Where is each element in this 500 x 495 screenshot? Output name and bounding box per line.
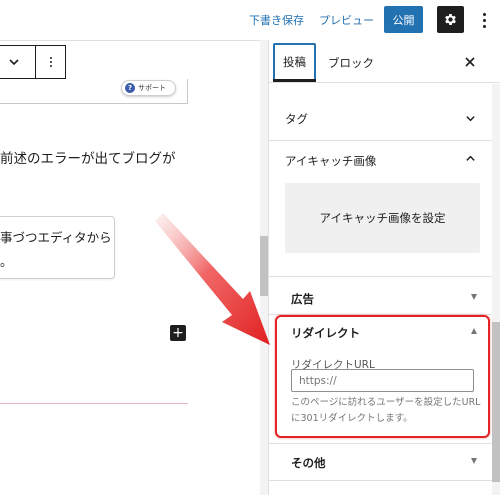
ads-panel-title: 広告 bbox=[291, 292, 314, 306]
block-options-button[interactable] bbox=[44, 53, 58, 71]
publish-button[interactable]: 公開 bbox=[384, 6, 423, 33]
redirect-panel-title: リダイレクト bbox=[291, 326, 360, 340]
chevron-down-icon[interactable] bbox=[7, 55, 21, 69]
triangle-up-icon[interactable] bbox=[471, 328, 477, 334]
editor-scrollbar-thumb[interactable] bbox=[260, 236, 268, 296]
gear-icon bbox=[445, 14, 456, 25]
callout-block[interactable] bbox=[0, 216, 115, 279]
toolbar-divider bbox=[35, 45, 36, 79]
tags-panel-title: タグ bbox=[285, 112, 308, 126]
support-badge-label: サポート bbox=[138, 84, 166, 92]
tab-block[interactable]: ブロック bbox=[328, 55, 374, 71]
paragraph-block[interactable]: 前述のエラーが出てブログが bbox=[0, 147, 262, 167]
more-vertical-icon bbox=[482, 12, 486, 16]
sidebar-footer-space bbox=[269, 481, 500, 495]
chevron-down-icon[interactable] bbox=[465, 113, 476, 124]
featured-image-panel-title: アイキャッチ画像 bbox=[285, 154, 377, 168]
settings-button[interactable] bbox=[437, 6, 464, 33]
save-draft-button[interactable]: 下書き保存 bbox=[249, 12, 304, 28]
triangle-down-icon[interactable] bbox=[471, 458, 477, 464]
more-options-button[interactable] bbox=[474, 8, 494, 32]
callout-text-line: 。 bbox=[0, 254, 13, 269]
chevron-up-icon[interactable] bbox=[465, 153, 476, 164]
block-inserter-button[interactable]: + bbox=[170, 325, 186, 341]
redirect-url-input[interactable] bbox=[291, 369, 474, 392]
callout-text-line: 事づつエディタから bbox=[0, 230, 112, 245]
tab-post[interactable]: 投稿 bbox=[273, 43, 316, 82]
close-icon[interactable] bbox=[464, 56, 476, 68]
other-panel-title: その他 bbox=[291, 456, 326, 470]
support-badge: ? サポート bbox=[121, 80, 176, 96]
preview-button[interactable]: プレビュー bbox=[319, 12, 374, 28]
triangle-down-icon[interactable] bbox=[471, 294, 477, 300]
more-vertical-icon bbox=[50, 57, 52, 59]
sidebar-scrollbar-thumb[interactable] bbox=[492, 322, 500, 482]
redirect-help-text: このページに訪れるユーザーを設定したURLに301リダイレクトします。 bbox=[291, 397, 481, 424]
question-icon: ? bbox=[125, 83, 135, 93]
set-featured-image-button[interactable]: アイキャッチ画像を設定 bbox=[285, 183, 480, 253]
separator-line bbox=[0, 403, 188, 404]
